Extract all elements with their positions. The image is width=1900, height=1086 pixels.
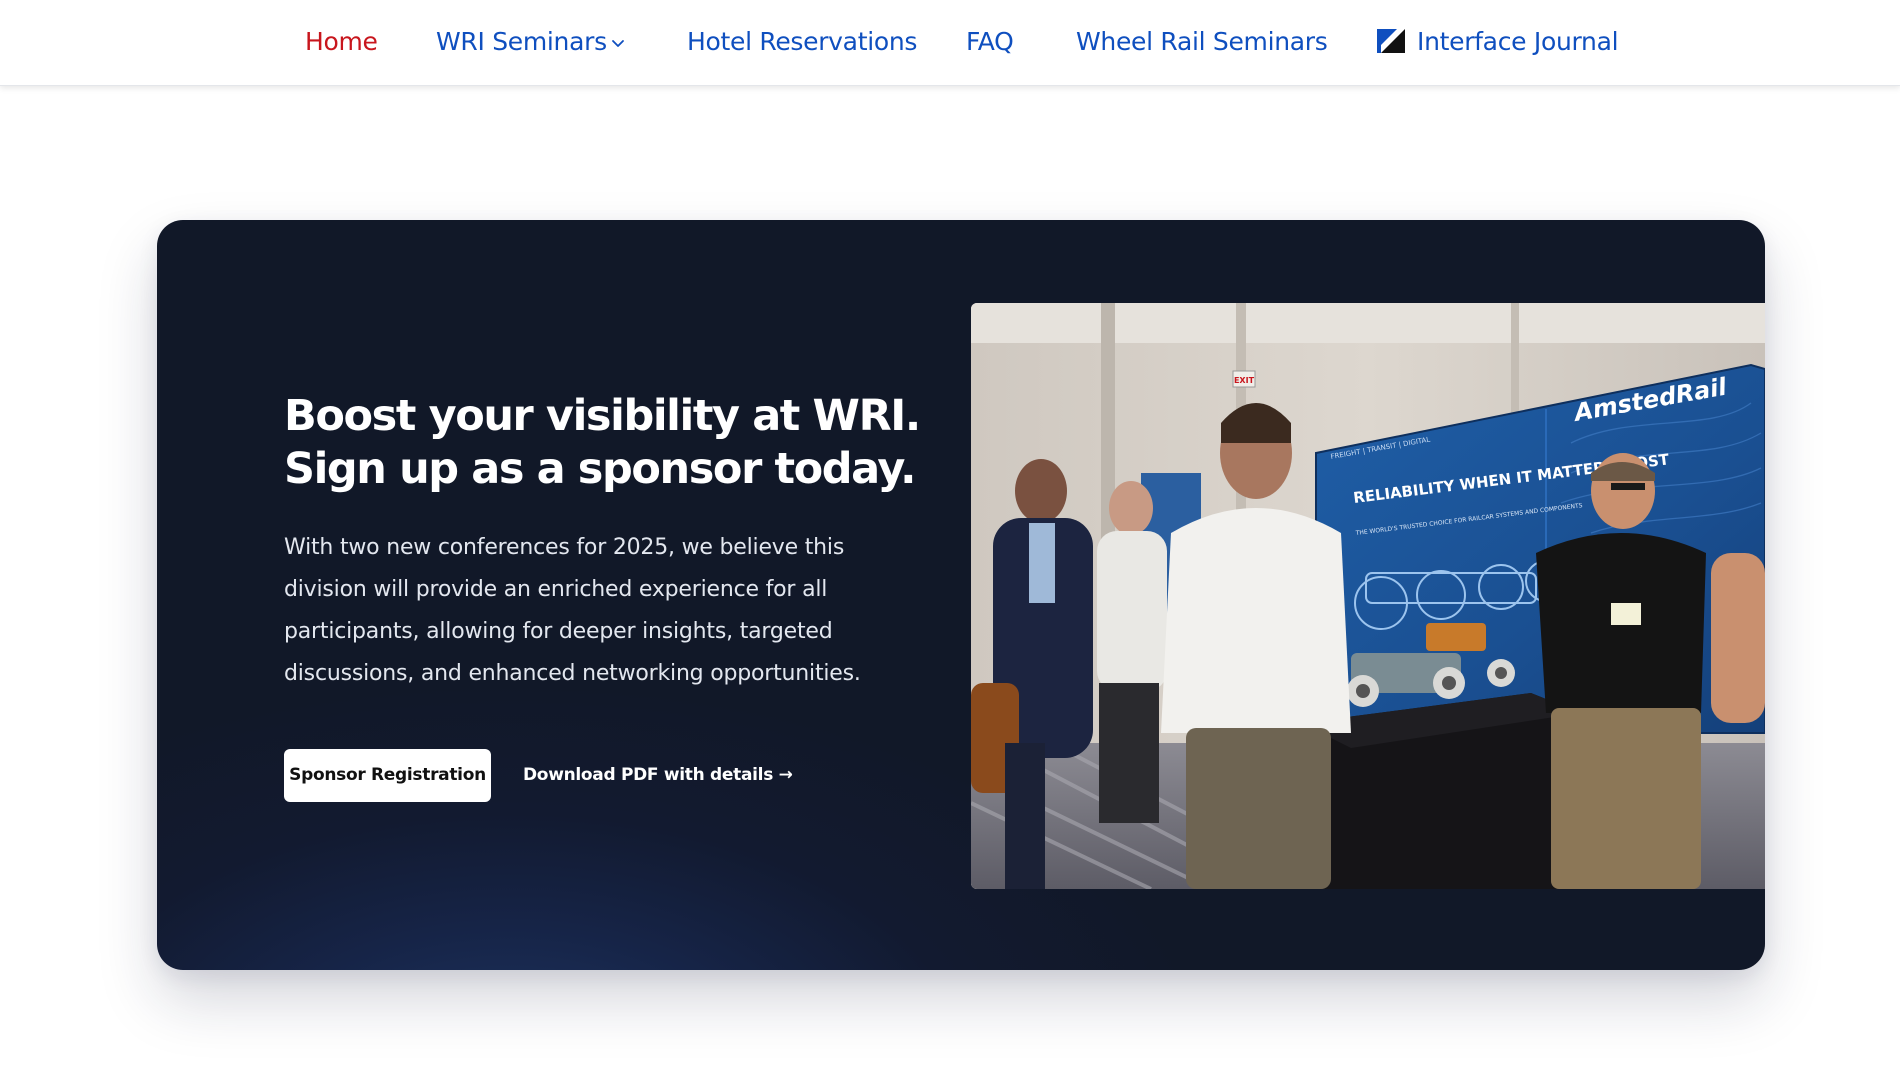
top-navigation: Home WRI Seminars Hotel Reservations FAQ… bbox=[0, 0, 1900, 86]
nav-faq-link[interactable]: FAQ bbox=[966, 22, 1014, 62]
nav-interface-journal-label: Interface Journal bbox=[1417, 27, 1619, 56]
chevron-down-icon bbox=[611, 40, 624, 47]
download-pdf-link[interactable]: Download PDF with details → bbox=[523, 749, 793, 802]
nav-wheel-rail-seminars-link[interactable]: Wheel Rail Seminars bbox=[1076, 22, 1328, 62]
hero-headline-line-2: Sign up as a sponsor today. bbox=[284, 444, 916, 494]
nav-home-link[interactable]: Home bbox=[305, 22, 378, 62]
nav-wri-seminars-link[interactable]: WRI Seminars bbox=[436, 22, 625, 62]
hero-headline: Boost your visibility at WRI. Sign up as… bbox=[284, 390, 921, 496]
hero-headline-line-1: Boost your visibility at WRI. bbox=[284, 391, 921, 441]
nav-interface-journal-link[interactable]: Interface Journal bbox=[1377, 22, 1619, 62]
hero-description: With two new conferences for 2025, we be… bbox=[284, 535, 861, 686]
sponsor-booth-photo: EXIT FREIGHT | TRANSIT | DIGITAL AmstedR… bbox=[971, 303, 1765, 889]
nav-wri-seminars-label: WRI Seminars bbox=[436, 27, 607, 56]
interface-journal-logo-icon bbox=[1377, 29, 1405, 53]
nav-hotel-reservations-link[interactable]: Hotel Reservations bbox=[687, 22, 917, 62]
exit-sign-text: EXIT bbox=[1234, 376, 1255, 385]
sponsor-hero-card: Boost your visibility at WRI. Sign up as… bbox=[157, 220, 1765, 970]
sponsor-registration-button[interactable]: Sponsor Registration bbox=[284, 749, 491, 802]
